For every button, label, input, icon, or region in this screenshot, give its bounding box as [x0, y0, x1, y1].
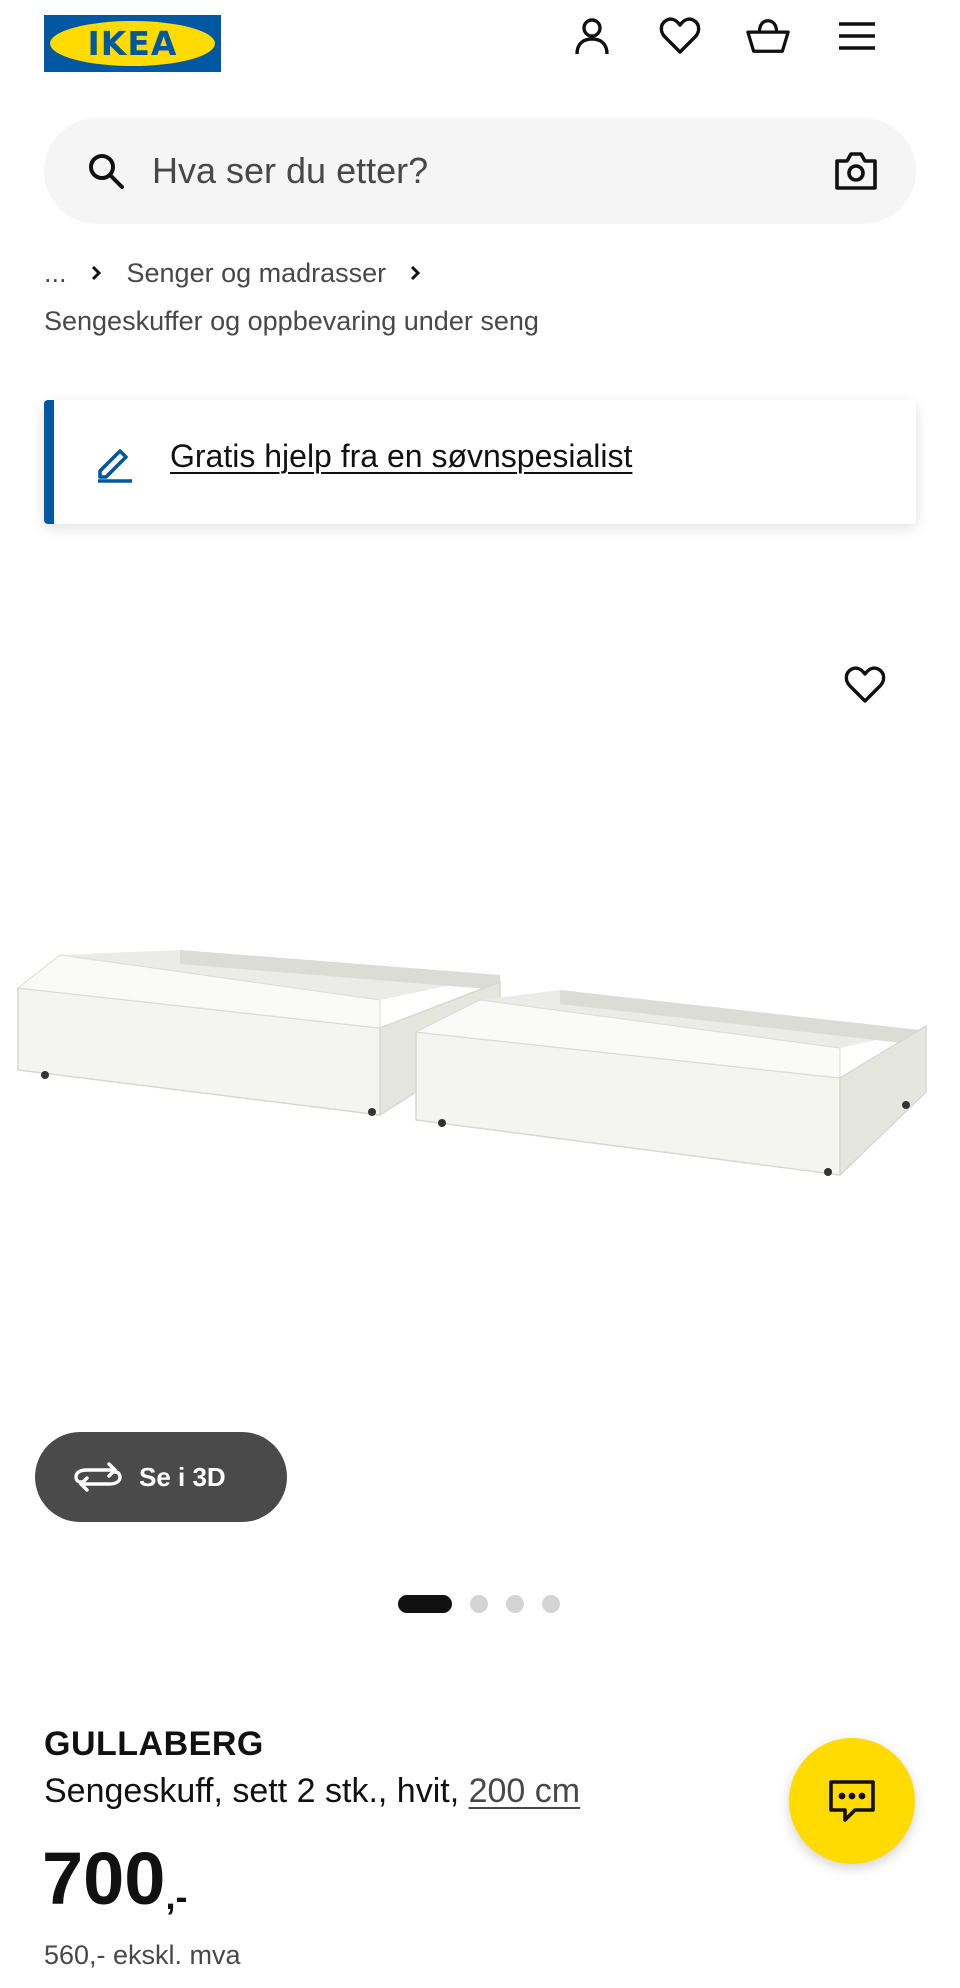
product-image[interactable]	[0, 920, 960, 1260]
chevron-right-icon	[91, 265, 101, 281]
search-icon[interactable]	[86, 151, 126, 191]
price-suffix: ,-	[165, 1876, 188, 1917]
heart-icon	[844, 666, 886, 703]
product-description: Sengeskuff, sett 2 stk., hvit, 200 cm	[44, 1772, 580, 1811]
gallery-pagination	[398, 1594, 560, 1614]
price-excl-vat: 560,- ekskl. mva	[44, 1940, 241, 1970]
pagination-dot[interactable]	[470, 1595, 488, 1613]
breadcrumb-ellipsis[interactable]: ...	[44, 258, 67, 289]
breadcrumb-senger[interactable]: Senger og madrasser	[127, 258, 387, 289]
add-to-favourites-button[interactable]	[840, 660, 890, 710]
size-link[interactable]: 200 cm	[469, 1772, 581, 1810]
price-integer: 700	[42, 1837, 166, 1920]
see-in-3d-button[interactable]: Se i 3D	[35, 1432, 287, 1522]
chat-icon	[829, 1780, 875, 1822]
cart-icon[interactable]	[746, 14, 790, 58]
camera-icon[interactable]	[834, 150, 878, 192]
see-in-3d-label: Se i 3D	[139, 1461, 226, 1492]
product-price: 700 ,-	[42, 1842, 187, 1918]
product-name: GULLABERG	[44, 1725, 264, 1763]
logo-text: IKEA	[87, 24, 178, 63]
breadcrumb: ... Senger og madrasser	[44, 255, 424, 291]
chat-button[interactable]	[789, 1738, 915, 1864]
sleep-specialist-link[interactable]: Gratis hjelp fra en søvnspesialist	[170, 438, 632, 475]
pencil-icon	[98, 449, 132, 483]
pagination-dot[interactable]	[542, 1595, 560, 1613]
pagination-dot-active[interactable]	[398, 1595, 452, 1613]
product-description-text: Sengeskuff, sett 2 stk., hvit,	[44, 1772, 469, 1810]
pagination-dot[interactable]	[506, 1595, 524, 1613]
profile-icon[interactable]	[570, 14, 614, 58]
ikea-logo[interactable]: IKEA	[44, 15, 221, 72]
chevron-right-icon	[411, 265, 421, 281]
rotate-3d-icon	[74, 1462, 122, 1492]
heart-icon[interactable]	[658, 14, 702, 58]
search-input[interactable]	[152, 144, 752, 198]
logo-oval: IKEA	[50, 21, 215, 66]
search-bar[interactable]	[44, 118, 916, 224]
menu-icon[interactable]	[835, 14, 879, 58]
breadcrumb-current-category[interactable]: Sengeskuffer og oppbevaring under seng	[44, 306, 539, 337]
sleep-specialist-banner[interactable]: Gratis hjelp fra en søvnspesialist	[44, 400, 916, 524]
header: IKEA	[0, 0, 960, 100]
